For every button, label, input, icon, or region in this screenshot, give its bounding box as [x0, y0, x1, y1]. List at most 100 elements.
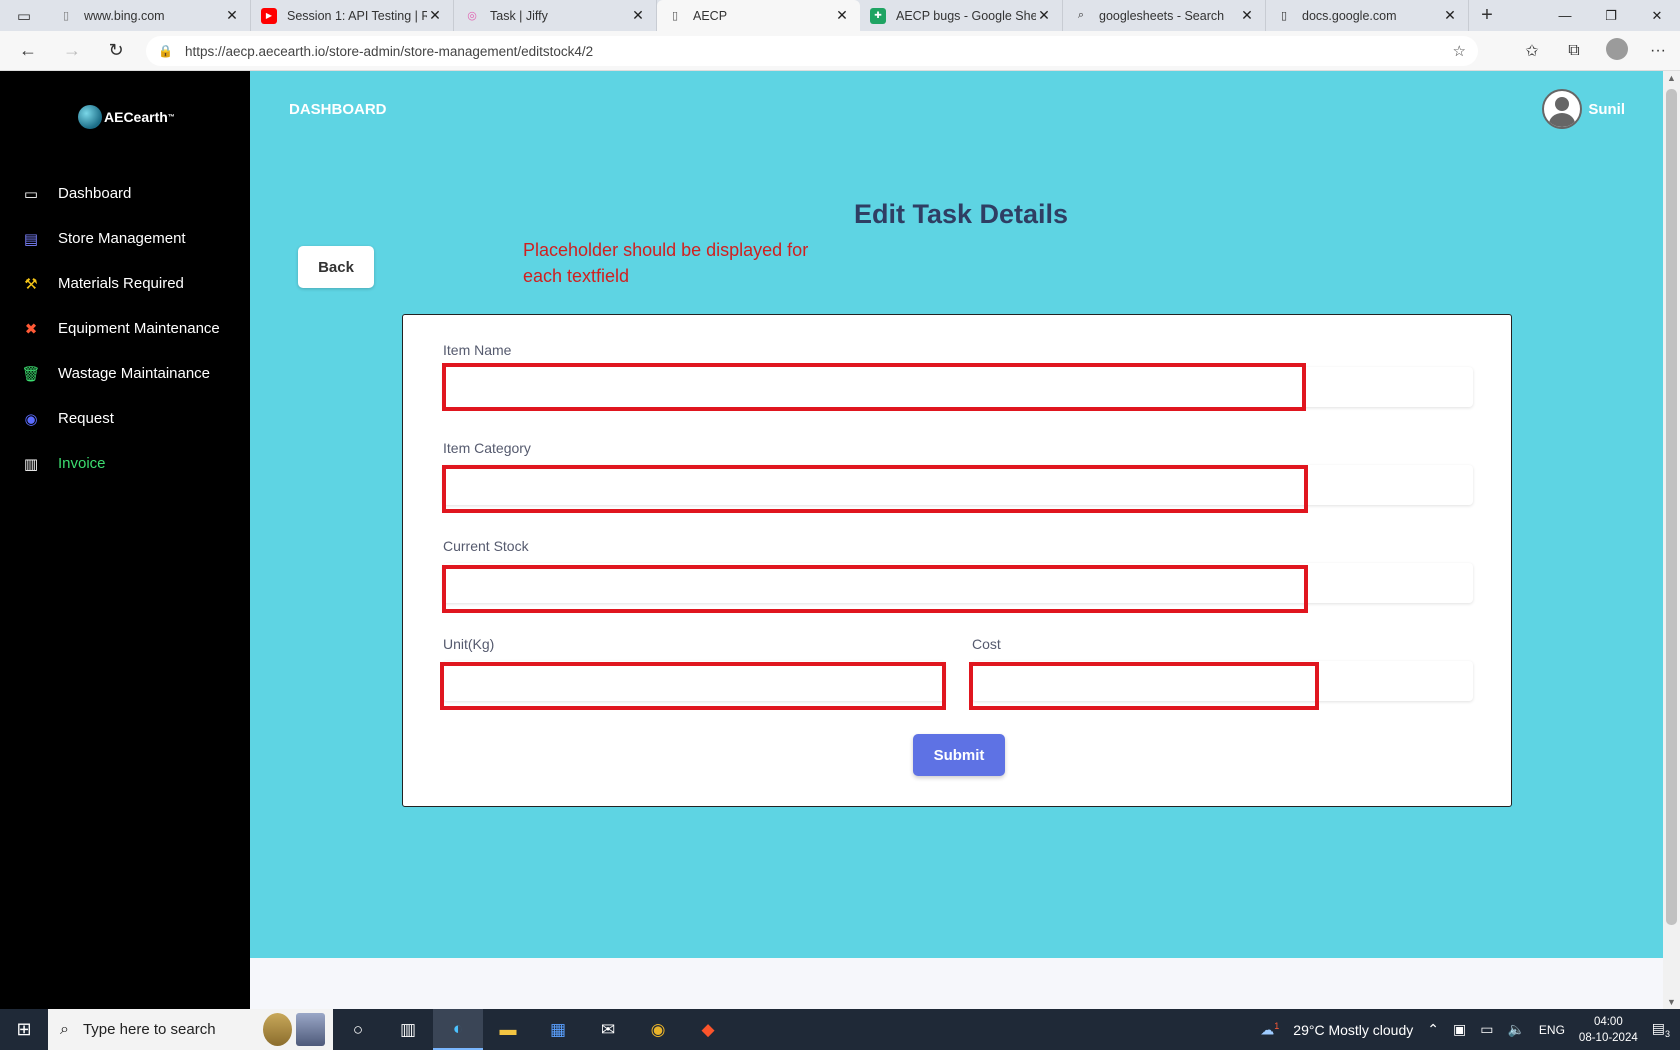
current-stock-input[interactable]: [442, 565, 1308, 613]
file-explorer-icon[interactable]: ▬: [483, 1009, 533, 1050]
volume-icon[interactable]: 🔈: [1507, 1021, 1524, 1038]
edit-form: Item Name Item Category Current Stock Un…: [402, 314, 1512, 807]
browser-tab-sheets[interactable]: ✚ AECP bugs - Google Shee ✕: [860, 0, 1063, 31]
taskbar-search-placeholder: Type here to search: [82, 1021, 216, 1038]
youtube-icon: ▶: [261, 7, 277, 24]
cortana-icon[interactable]: ○: [333, 1009, 383, 1050]
lock-icon: 🔒: [158, 44, 173, 58]
document-icon: ▯: [62, 10, 70, 22]
browser-tabstrip: ▭ ▯ www.bing.com ✕ ▶ Session 1: API Test…: [0, 0, 1680, 31]
minimize-icon[interactable]: —: [1542, 0, 1588, 31]
sidebar-item-label: Invoice: [58, 455, 106, 472]
browser-tab-youtube[interactable]: ▶ Session 1: API Testing | Re ✕: [251, 0, 454, 31]
sidebar-item-label: Materials Required: [58, 275, 184, 292]
favorites-icon[interactable]: ✩: [1522, 41, 1542, 61]
refresh-icon[interactable]: ↻: [94, 40, 138, 61]
close-icon[interactable]: ✕: [834, 7, 850, 24]
notifications-icon[interactable]: ▤3: [1652, 1020, 1670, 1039]
tab-actions-icon[interactable]: ▭: [0, 0, 48, 31]
logo-trademark: ™: [167, 113, 175, 121]
cost-label: Cost: [972, 636, 1001, 652]
tab-title: docs.google.com: [1302, 8, 1397, 23]
edge-icon[interactable]: ◐: [433, 1009, 483, 1050]
avatar: [1542, 89, 1583, 129]
task-view-icon[interactable]: ▥: [383, 1009, 433, 1050]
device-icon[interactable]: ▣: [1453, 1021, 1466, 1038]
mail-icon[interactable]: ✉: [583, 1009, 633, 1050]
collections-icon[interactable]: ⧉: [1564, 42, 1584, 60]
windows-start-icon[interactable]: ⊞: [0, 1009, 48, 1050]
store-icon: ▤: [23, 230, 39, 248]
back-arrow-icon[interactable]: ←: [6, 40, 50, 61]
page-title: Edit Task Details: [854, 199, 1069, 229]
close-icon[interactable]: ✕: [1036, 7, 1052, 24]
sidebar-item-wastage-maintainance[interactable]: 🗑 Wastage Maintainance: [0, 351, 250, 396]
hammer-icon: ⚒: [24, 275, 38, 293]
document-icon: ▯: [671, 10, 679, 22]
request-icon: ◉: [24, 410, 38, 428]
more-icon[interactable]: ···: [1648, 42, 1668, 60]
sidebar-item-request[interactable]: ◉ Request: [0, 396, 250, 441]
sidebar-item-label: Store Management: [58, 230, 186, 247]
store-icon[interactable]: ▦: [533, 1009, 583, 1050]
back-button[interactable]: Back: [298, 246, 374, 288]
close-icon[interactable]: ✕: [224, 7, 240, 24]
invoice-icon: ▥: [23, 455, 39, 473]
tab-title: AECP bugs - Google Shee: [896, 8, 1036, 23]
close-icon[interactable]: ✕: [1239, 7, 1255, 24]
notifications-count: 3: [1664, 1028, 1670, 1039]
taskbar-search[interactable]: ⌕ Type here to search: [48, 1009, 333, 1050]
page-scrollbar[interactable]: ▲ ▼: [1663, 71, 1680, 1009]
address-bar[interactable]: 🔒 https://aecp.aecearth.io/store-admin/s…: [146, 36, 1478, 66]
browser-tab-docs[interactable]: ▯ docs.google.com ✕: [1266, 0, 1469, 31]
forward-arrow-icon[interactable]: →: [50, 40, 94, 61]
restore-icon[interactable]: ❐: [1588, 0, 1634, 31]
network-icon[interactable]: ▭: [1480, 1021, 1493, 1038]
logo-text: AECearth: [104, 109, 168, 125]
main-content: DASHBOARD Sunil Edit Task Details Back P…: [250, 71, 1663, 958]
favorite-add-icon[interactable]: ☆: [1453, 42, 1466, 60]
clock-date: 08-10-2024: [1578, 1031, 1638, 1044]
weather-text[interactable]: 29°C Mostly cloudy: [1293, 1022, 1413, 1038]
logo[interactable]: AECearth ™: [78, 105, 175, 129]
clock[interactable]: 04:00 08-10-2024: [1579, 1014, 1638, 1046]
browser-tab-aecp[interactable]: ▯ AECP ✕: [657, 0, 860, 31]
sidebar-item-materials-required[interactable]: ⚒ Materials Required: [0, 261, 250, 306]
sidebar-item-invoice[interactable]: ▥ Invoice: [0, 441, 250, 486]
browser-tab-jiffy[interactable]: ◎ Task | Jiffy ✕: [454, 0, 657, 31]
submit-button[interactable]: Submit: [913, 734, 1005, 776]
close-icon[interactable]: ✕: [1442, 7, 1458, 24]
user-name: Sunil: [1588, 100, 1625, 118]
sidebar-menu: ▭ Dashboard ▤ Store Management ⚒ Materia…: [0, 171, 250, 486]
clock-time: 04:00: [1593, 1015, 1623, 1028]
scrollbar-thumb[interactable]: [1666, 89, 1677, 925]
user-menu[interactable]: Sunil: [1542, 89, 1625, 129]
sidebar-item-store-management[interactable]: ▤ Store Management: [0, 216, 250, 261]
header-title[interactable]: DASHBOARD: [289, 101, 387, 118]
browser-tab-bing[interactable]: ▯ www.bing.com ✕: [48, 0, 251, 31]
scroll-down-icon[interactable]: ▼: [1667, 997, 1676, 1007]
brave-icon[interactable]: ◆: [683, 1009, 733, 1050]
cost-input[interactable]: [969, 662, 1319, 710]
fingerprint-icon: ◎: [467, 10, 477, 22]
close-icon[interactable]: ✕: [630, 7, 646, 24]
sidebar-item-equipment-maintenance[interactable]: ✖ Equipment Maintenance: [0, 306, 250, 351]
unit-input[interactable]: [440, 662, 946, 710]
chevron-up-icon[interactable]: ⌃: [1427, 1021, 1439, 1038]
new-tab-button[interactable]: +: [1469, 0, 1505, 31]
browser-tab-search[interactable]: ⌕ googlesheets - Search ✕: [1063, 0, 1266, 31]
scroll-up-icon[interactable]: ▲: [1667, 73, 1676, 83]
close-window-icon[interactable]: ✕: [1634, 0, 1680, 31]
language-indicator[interactable]: ENG: [1539, 1023, 1565, 1037]
profile-icon[interactable]: [1606, 37, 1628, 65]
url-text: https://aecp.aecearth.io/store-admin/sto…: [184, 43, 594, 59]
item-category-label: Item Category: [443, 440, 531, 456]
weather-icon[interactable]: ☁1: [1260, 1021, 1279, 1039]
sidebar-item-dashboard[interactable]: ▭ Dashboard: [0, 171, 250, 216]
item-category-input[interactable]: [442, 465, 1308, 513]
app: AECearth ™ ▭ Dashboard ▤ Store Management…: [0, 71, 1663, 1009]
monitor-icon: ▭: [23, 185, 39, 203]
item-name-input[interactable]: [442, 363, 1306, 411]
chrome-icon[interactable]: ◉: [633, 1009, 683, 1050]
close-icon[interactable]: ✕: [427, 7, 443, 24]
